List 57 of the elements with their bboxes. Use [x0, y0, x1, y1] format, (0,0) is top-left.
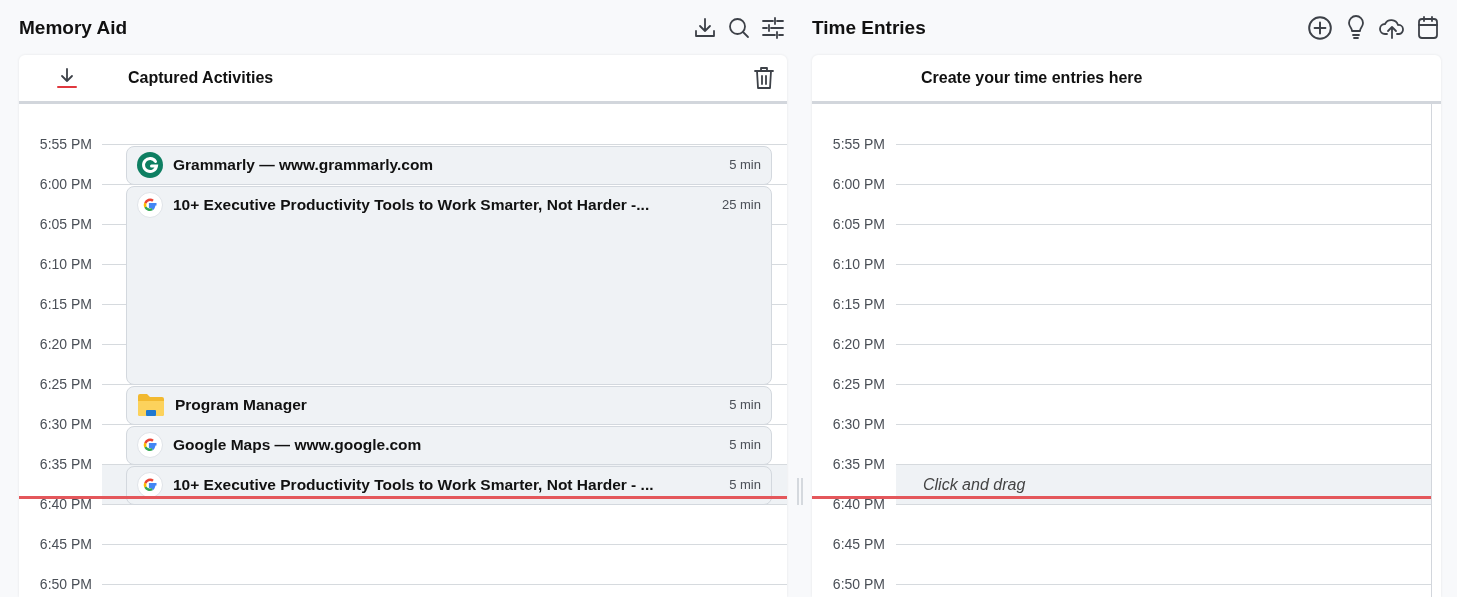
activity-title: Google Maps — www.google.com [173, 435, 423, 455]
grammarly-logo-icon [137, 152, 163, 178]
time-label: 6:05 PM [832, 215, 885, 233]
time-label: 6:45 PM [832, 535, 885, 553]
time-label: 6:35 PM [832, 455, 885, 473]
google-logo-icon [137, 192, 163, 218]
folder-icon [137, 392, 165, 418]
settings-sliders-icon[interactable] [761, 15, 785, 40]
time-label: 6:25 PM [832, 375, 885, 393]
time-label: 6:40 PM [832, 495, 885, 513]
activity-block[interactable]: Google Maps — www.google.com 5 min [126, 426, 772, 465]
panel-title: Time Entries [812, 16, 926, 39]
time-label: 6:45 PM [39, 535, 92, 553]
activity-title: Grammarly — www.grammarly.com [173, 155, 435, 175]
time-label: 6:30 PM [832, 415, 885, 433]
add-circle-icon[interactable] [1307, 14, 1333, 41]
time-label: 6:05 PM [39, 215, 92, 233]
google-logo-icon [137, 472, 163, 498]
search-icon[interactable] [727, 15, 751, 40]
activity-duration: 5 min [729, 396, 761, 414]
time-label: 5:55 PM [832, 135, 885, 153]
time-label: 6:20 PM [39, 335, 92, 353]
activity-duration: 5 min [729, 156, 761, 174]
time-label: 6:40 PM [39, 495, 92, 513]
panel-title: Memory Aid [19, 16, 128, 39]
google-logo-icon [137, 432, 163, 458]
card-title: Create your time entries here [920, 69, 1144, 87]
time-label: 6:00 PM [39, 175, 92, 193]
hovered-time-slot[interactable]: Click and drag [896, 464, 1431, 504]
card-title: Captured Activities [127, 69, 275, 87]
calendar-icon[interactable] [1416, 14, 1440, 41]
resize-handle[interactable] [796, 478, 803, 505]
download-icon[interactable] [56, 67, 78, 89]
time-label: 6:15 PM [39, 295, 92, 313]
time-label: 5:55 PM [39, 135, 92, 153]
time-label: 6:35 PM [39, 455, 92, 473]
time-label: 6:00 PM [832, 175, 885, 193]
time-label: 6:30 PM [39, 415, 92, 433]
download-icon[interactable] [693, 15, 717, 40]
activity-block[interactable]: Grammarly — www.grammarly.com 5 min [126, 146, 772, 185]
drag-hint: Click and drag [923, 476, 1026, 494]
activity-duration: 5 min [729, 476, 761, 494]
time-label: 6:20 PM [832, 335, 885, 353]
time-label: 6:15 PM [832, 295, 885, 313]
activity-block[interactable]: Program Manager 5 min [126, 386, 772, 425]
trash-icon[interactable] [753, 66, 775, 90]
activity-title: 10+ Executive Productivity Tools to Work Smarter, Not Harder - ... [173, 475, 655, 495]
activity-duration: 5 min [729, 436, 761, 454]
time-label: 6:10 PM [39, 255, 92, 273]
time-label: 6:25 PM [39, 375, 92, 393]
activity-duration: 25 min [721, 196, 761, 214]
activity-title: 10+ Executive Productivity Tools to Work Smarter, Not Harder -... [173, 195, 651, 215]
activity-title: Program Manager [175, 395, 308, 415]
time-label: 6:10 PM [832, 255, 885, 273]
time-label: 6:50 PM [39, 575, 92, 593]
activity-block[interactable]: 10+ Executive Productivity Tools to Work Smarter, Not Harder -... 25 min [126, 186, 772, 385]
time-label: 6:50 PM [832, 575, 885, 593]
